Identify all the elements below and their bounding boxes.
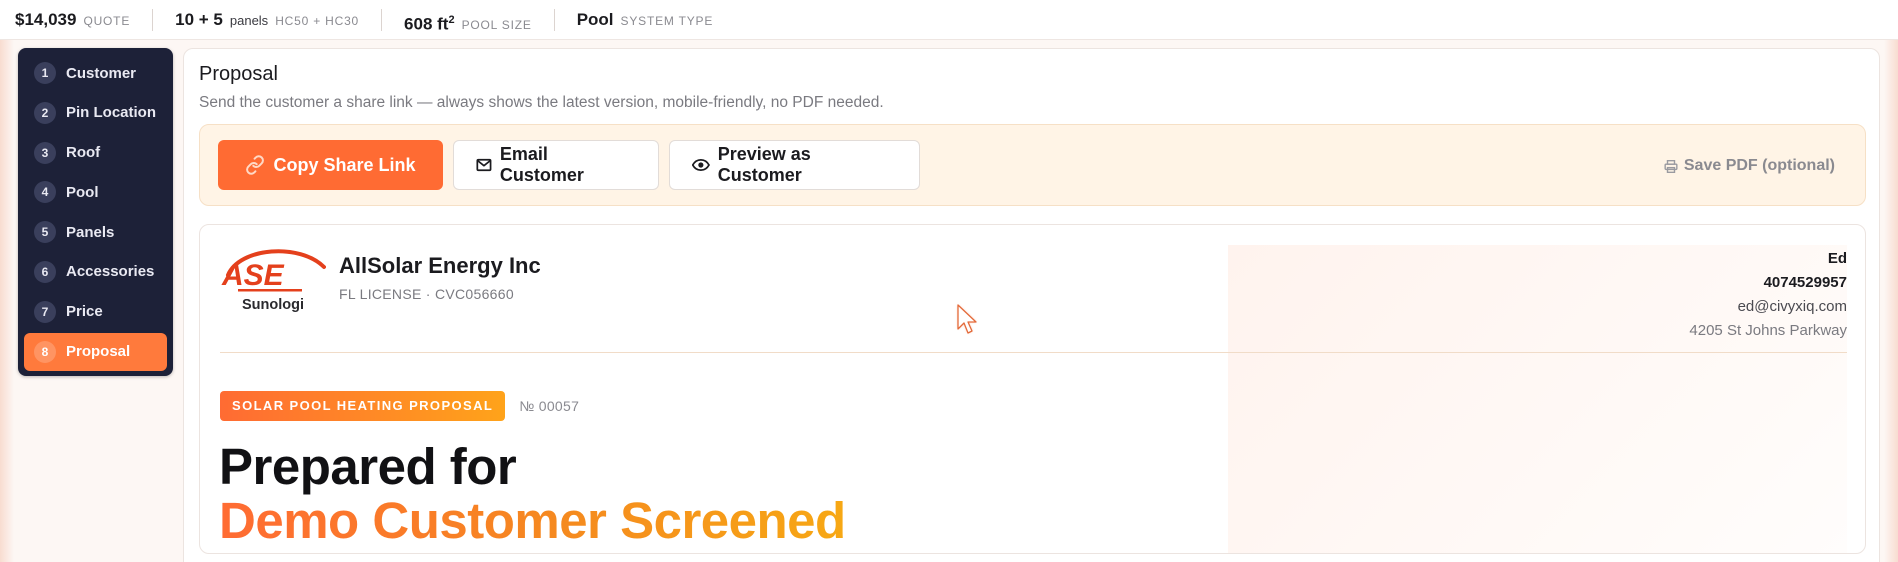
sidebar-item-roof[interactable]: 3 Roof: [24, 134, 167, 172]
eye-icon: [692, 158, 710, 172]
proposal-number: № 00057: [519, 398, 580, 414]
printer-icon: [1664, 159, 1678, 173]
sidebar-item-panels[interactable]: 5 Panels: [24, 213, 167, 251]
logo-text: ASE: [221, 259, 285, 292]
page-title: Proposal: [199, 63, 278, 85]
stat-pool-size-value: 608 ft2: [404, 9, 455, 36]
stat-quote: $14,039 QUOTE: [15, 8, 154, 31]
stat-panels: 10 + 5 panels HC50 + HC30: [175, 8, 383, 31]
sidebar-item-accessories[interactable]: 6 Accessories: [24, 253, 167, 291]
sidebar-item-label: Panels: [66, 223, 115, 241]
sidebar-item-label: Pin Location: [66, 104, 156, 122]
step-number: 3: [34, 141, 56, 164]
step-number: 4: [34, 181, 56, 204]
company-logo-mark: ASE Sunologi: [221, 249, 326, 313]
sidebar-item-label: Accessories: [66, 263, 155, 281]
page-description: Send the customer a share link — always …: [199, 94, 884, 111]
logo-sub: Sunologi: [242, 297, 304, 313]
stat-quote-value: $14,039: [15, 9, 77, 29]
contact-address: 4205 St Johns Parkway: [1689, 322, 1847, 339]
step-number: 1: [34, 62, 56, 84]
contact-phone: 4074529957: [1763, 274, 1847, 291]
stat-panels-value: 10 + 5: [175, 9, 223, 29]
step-number: 6: [34, 260, 56, 283]
copy-share-link-label: Copy Share Link: [273, 154, 416, 175]
email-customer-button[interactable]: Email Customer: [453, 140, 659, 190]
save-pdf-button[interactable]: Save PDF (optional): [1664, 141, 1835, 191]
stat-system-type-value: Pool: [576, 9, 614, 29]
sidebar-item-label: Roof: [66, 144, 101, 162]
proposal-document: ASE Sunologi AllSolar Energy Inc FL LICE…: [199, 224, 1866, 554]
sidebar-item-label: Pool: [66, 183, 99, 201]
step-number: 8: [34, 340, 56, 363]
mail-icon: [476, 158, 492, 172]
sidebar-item-pin-location[interactable]: 2 Pin Location: [24, 94, 167, 132]
stats-bar: $14,039 QUOTE 10 + 5 panels HC50 + HC30 …: [0, 0, 1898, 40]
stat-quote-label: QUOTE: [83, 13, 131, 28]
stat-pool-size-sup: 2: [448, 13, 455, 26]
save-pdf-label: Save PDF (optional): [1683, 157, 1835, 174]
stat-system-type: Pool SYSTEM TYPE: [577, 9, 735, 31]
sidebar-item-proposal[interactable]: 8 Proposal: [24, 332, 167, 371]
company-name: AllSolar Energy Inc: [339, 253, 541, 278]
sidebar-item-customer[interactable]: 1 Customer: [24, 54, 167, 92]
step-number: 5: [34, 221, 56, 244]
stat-panels-label: HC50 + HC30: [275, 13, 360, 28]
stat-pool-size: 608 ft2 POOL SIZE: [404, 8, 555, 33]
stat-pool-size-number: 608 ft: [404, 14, 449, 34]
proposal-header: ASE Sunologi AllSolar Energy Inc FL LICE…: [220, 243, 1847, 353]
step-number: 7: [34, 300, 56, 323]
mouse-cursor-icon: [957, 304, 977, 334]
copy-share-link-button[interactable]: Copy Share Link: [218, 140, 443, 190]
sidebar-item-label: Price: [66, 303, 103, 321]
contact-block: Ed 4074529957 ed@civyxiq.com 4205 St Joh…: [1689, 247, 1847, 343]
sidebar-item-pool[interactable]: 4 Pool: [24, 173, 167, 211]
sidebar-item-label: Proposal: [66, 343, 131, 361]
link-icon: [246, 155, 265, 175]
proposal-meta: SOLAR POOL HEATING PROPOSAL № 00057: [220, 391, 579, 421]
wizard-sidebar: 1 Customer 2 Pin Location 3 Roof 4 Pool …: [18, 48, 173, 376]
headline-customer-name: Demo Customer Screened: [219, 492, 846, 549]
stat-system-type-label: SYSTEM TYPE: [620, 13, 714, 28]
headline-prepared-for: Prepared for: [219, 438, 517, 495]
email-customer-label: Email Customer: [499, 144, 584, 185]
contact-email: ed@civyxiq.com: [1737, 298, 1847, 315]
preview-as-customer-label: Preview as Customer: [717, 144, 811, 185]
step-number: 2: [34, 101, 56, 124]
sidebar-item-label: Customer: [66, 64, 137, 82]
company-license: FL LICENSE · CVC056660: [339, 286, 514, 302]
share-action-bar: Copy Share Link Email Customer Preview a…: [199, 124, 1866, 206]
proposal-type-badge: SOLAR POOL HEATING PROPOSAL: [220, 391, 506, 421]
main-panel: Proposal Send the customer a share link …: [183, 48, 1880, 562]
stat-pool-size-label: POOL SIZE: [461, 18, 532, 33]
stat-panels-sub: panels: [229, 12, 269, 28]
sidebar-item-price[interactable]: 7 Price: [24, 293, 167, 331]
company-logo: ASE Sunologi: [220, 245, 326, 315]
contact-name: Ed: [1827, 250, 1847, 267]
preview-as-customer-button[interactable]: Preview as Customer: [669, 140, 920, 190]
